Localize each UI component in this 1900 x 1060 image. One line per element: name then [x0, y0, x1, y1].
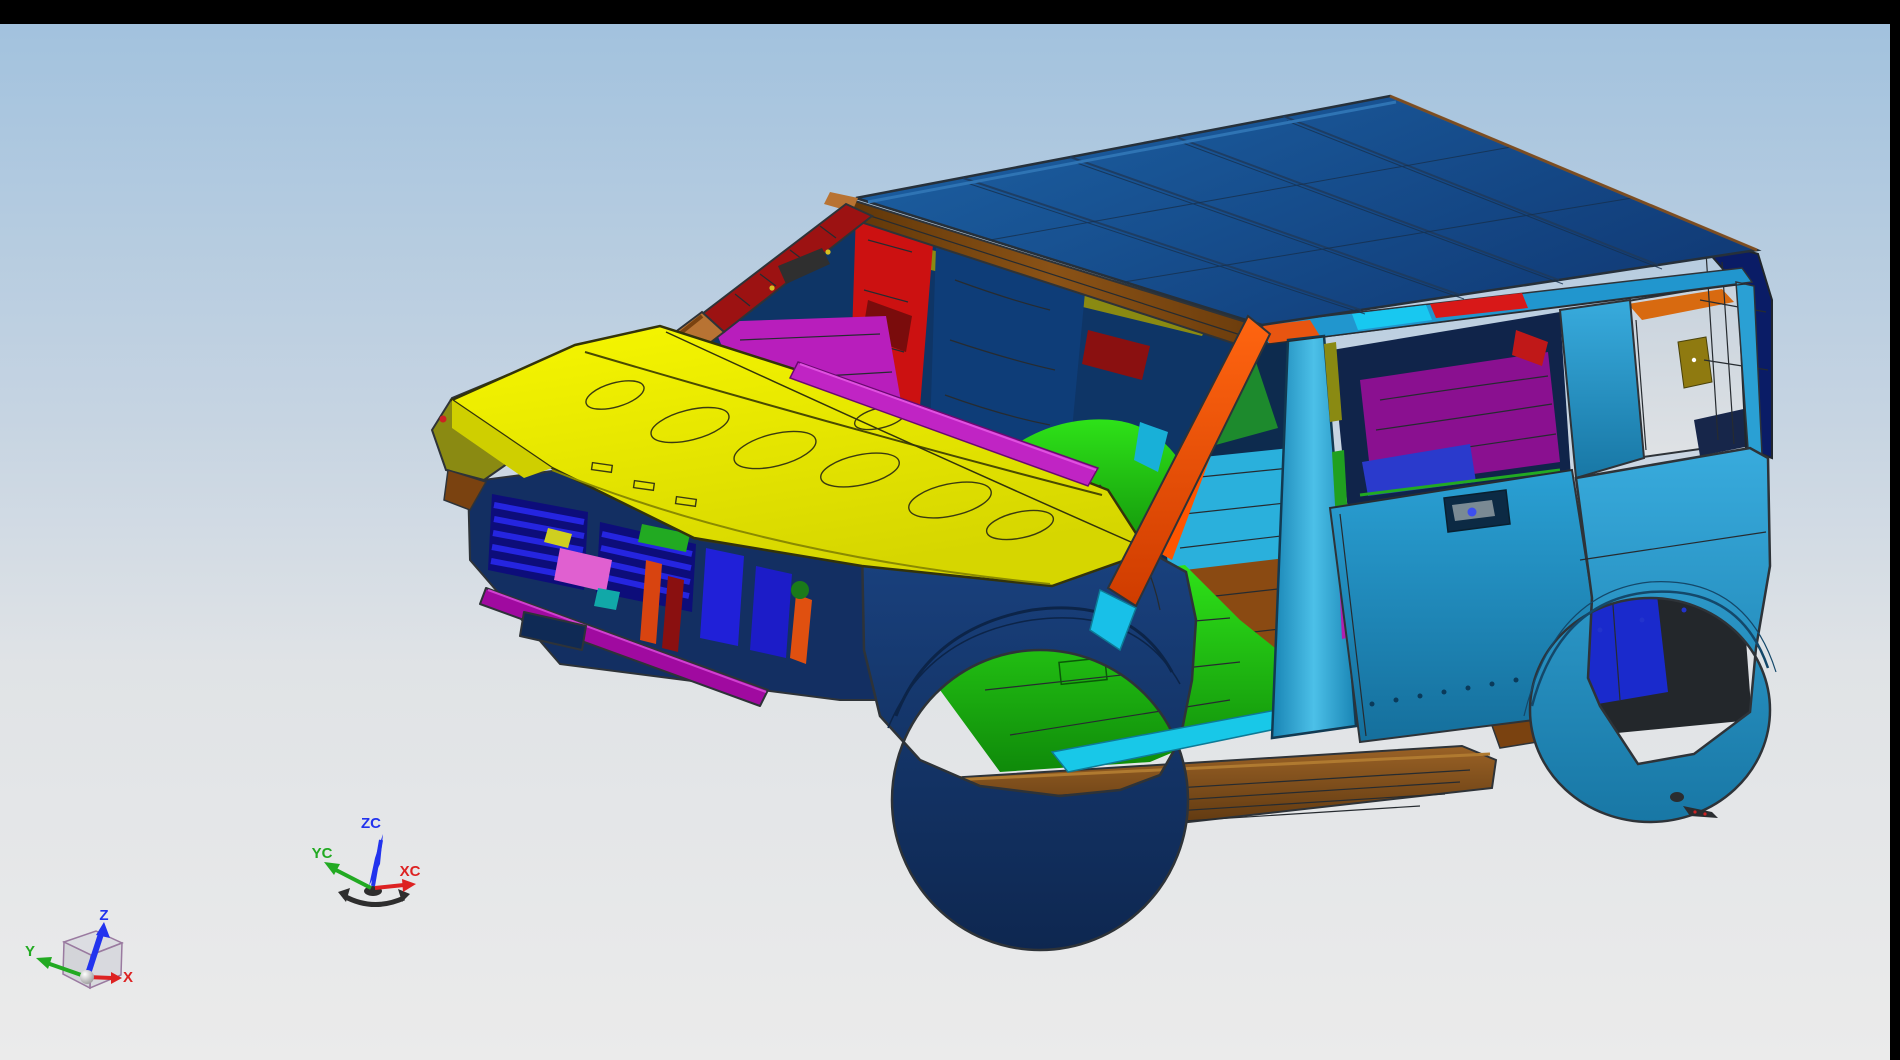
wcs-z-label: ZC	[361, 815, 381, 832]
wcs-x-axis[interactable]: XC	[375, 863, 421, 892]
wcs-triad[interactable]: ZC YC XC	[312, 815, 421, 905]
wcs-x-label: XC	[400, 863, 421, 880]
abs-z-label: Z	[99, 907, 108, 924]
wcs-z-axis[interactable]: ZC	[361, 815, 383, 886]
abs-y-label: Y	[25, 943, 35, 960]
cad-window: ZC YC XC Z	[0, 0, 1900, 1060]
body-in-white-model[interactable]: ZC YC XC Z	[0, 0, 1900, 1060]
wcs-y-axis[interactable]: YC	[312, 845, 371, 888]
absolute-triad: Z Y X	[25, 907, 133, 988]
abs-origin-sphere	[80, 970, 94, 984]
wcs-y-label: YC	[312, 845, 333, 862]
abs-x-label: X	[123, 969, 133, 986]
